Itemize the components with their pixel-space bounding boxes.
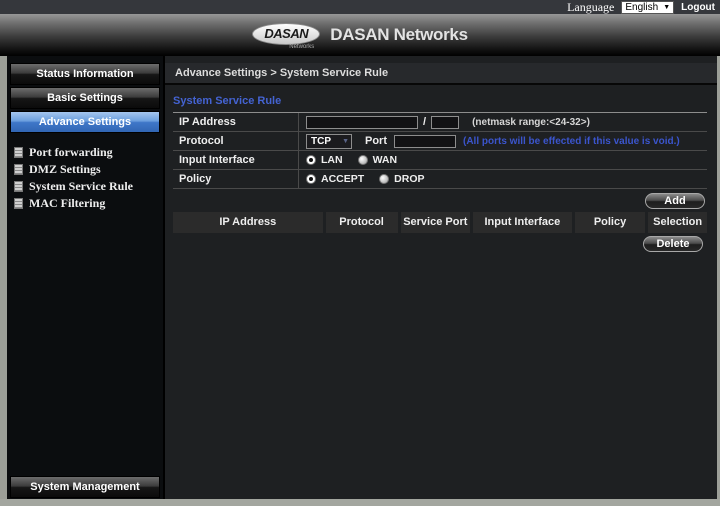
language-select[interactable]: English ▼	[621, 0, 675, 14]
sidebar-item-advance-settings[interactable]: Advance Settings	[10, 111, 160, 133]
dropdown-arrow-icon: ▼	[342, 137, 349, 145]
delete-button[interactable]: Delete	[643, 236, 703, 252]
sidebar-subitem-port-forwarding[interactable]: Port forwarding	[11, 144, 163, 161]
port-void-note: (All ports will be effected if this valu…	[463, 135, 680, 147]
left-frame-edge	[0, 56, 7, 499]
radio-lan[interactable]	[306, 155, 316, 165]
column-header-selection: Selection	[648, 212, 707, 233]
port-input[interactable]	[394, 134, 456, 148]
radio-wan-label: WAN	[372, 154, 398, 166]
header-banner: DASAN Networks DASAN Networks	[0, 14, 720, 56]
sidebar-item-basic-settings[interactable]: Basic Settings	[10, 87, 160, 109]
logout-link[interactable]: Logout	[681, 2, 715, 13]
ip-address-value-cell: / (netmask range:<24-32>)	[298, 113, 707, 131]
input-interface-value-cell: LAN WAN	[298, 151, 707, 169]
radio-drop-label: DROP	[394, 173, 425, 185]
subitem-label: DMZ Settings	[29, 162, 101, 176]
radio-wan[interactable]	[357, 155, 368, 165]
column-header-protocol: Protocol	[325, 212, 398, 233]
logo-ellipse: DASAN	[252, 22, 321, 45]
rules-table-header: IP Address Protocol Service Port Input I…	[173, 212, 707, 233]
sidebar-item-system-management[interactable]: System Management	[10, 476, 160, 498]
policy-label: Policy	[179, 173, 212, 185]
sidebar-subitem-system-service-rule[interactable]: System Service Rule	[11, 178, 163, 195]
advance-settings-submenu: Port forwarding DMZ Settings System Serv…	[11, 144, 163, 212]
bottom-frame-edge	[0, 499, 720, 506]
form-row-ip-address: IP Address / (netmask range:<24-32>)	[173, 113, 707, 132]
delete-button-row: Delete	[173, 236, 703, 252]
ip-netmask-separator: /	[423, 116, 427, 128]
router-admin-page: Language English ▼ Logout DASAN Networks…	[0, 0, 720, 506]
protocol-label: Protocol	[179, 135, 224, 147]
radio-drop[interactable]	[379, 174, 390, 184]
radio-accept-label: ACCEPT	[321, 173, 365, 185]
ip-address-label: IP Address	[179, 116, 236, 128]
add-button-row: Add	[173, 193, 705, 209]
radio-lan-label: LAN	[321, 154, 343, 166]
protocol-value-cell: TCP ▼ Port (All ports will be effected i…	[298, 132, 707, 150]
language-selected-value: English	[625, 1, 659, 13]
input-interface-label: Input Interface	[179, 154, 255, 166]
body-row: Status Information Basic Settings Advanc…	[0, 56, 720, 499]
document-icon	[14, 181, 23, 192]
column-header-service-port: Service Port	[400, 212, 470, 233]
column-header-ip-address: IP Address	[173, 212, 323, 233]
subitem-label: System Service Rule	[29, 179, 133, 193]
netmask-input[interactable]	[431, 115, 460, 129]
content-area: Advance Settings > System Service Rule S…	[163, 56, 717, 499]
ip-address-input[interactable]	[306, 115, 418, 129]
column-header-input-interface: Input Interface	[473, 212, 572, 233]
language-label: Language	[567, 0, 615, 14]
sidebar-item-status-information[interactable]: Status Information	[10, 63, 160, 85]
sidebar-subitem-mac-filtering[interactable]: MAC Filtering	[11, 195, 163, 212]
subitem-label: Port forwarding	[29, 145, 113, 159]
dasan-logo-icon: DASAN Networks	[252, 22, 321, 50]
document-icon	[14, 147, 23, 158]
sidebar-subitem-dmz-settings[interactable]: DMZ Settings	[11, 161, 163, 178]
main-panel: System Service Rule IP Address / (netmas…	[165, 85, 717, 252]
form-row-input-interface: Input Interface LAN WAN	[173, 151, 707, 170]
radio-accept[interactable]	[306, 174, 316, 184]
netmask-range-note: (netmask range:<24-32>)	[472, 116, 590, 128]
document-icon	[14, 198, 23, 209]
breadcrumb: Advance Settings > System Service Rule	[165, 63, 717, 85]
logo-subtext: Networks	[289, 43, 315, 50]
document-icon	[14, 164, 23, 175]
page-title: System Service Rule	[173, 95, 282, 107]
logo-word: DASAN	[264, 26, 309, 41]
form-row-protocol: Protocol TCP ▼ Port (All ports will be e…	[173, 132, 707, 151]
column-header-policy: Policy	[574, 212, 646, 233]
top-bar: Language English ▼ Logout	[0, 0, 720, 14]
protocol-select[interactable]: TCP ▼	[306, 133, 352, 149]
subitem-label: MAC Filtering	[29, 196, 106, 210]
form-row-policy: Policy ACCEPT DROP	[173, 170, 707, 189]
sidebar-nav: Status Information Basic Settings Advanc…	[7, 56, 163, 499]
dropdown-arrow-icon: ▼	[663, 3, 671, 11]
service-rule-form: IP Address / (netmask range:<24-32>) Pro…	[173, 112, 707, 189]
policy-value-cell: ACCEPT DROP	[298, 170, 707, 188]
protocol-selected-value: TCP	[311, 135, 331, 147]
port-label: Port	[365, 135, 387, 147]
brand-title: DASAN Networks	[330, 25, 468, 44]
add-button[interactable]: Add	[645, 193, 705, 209]
